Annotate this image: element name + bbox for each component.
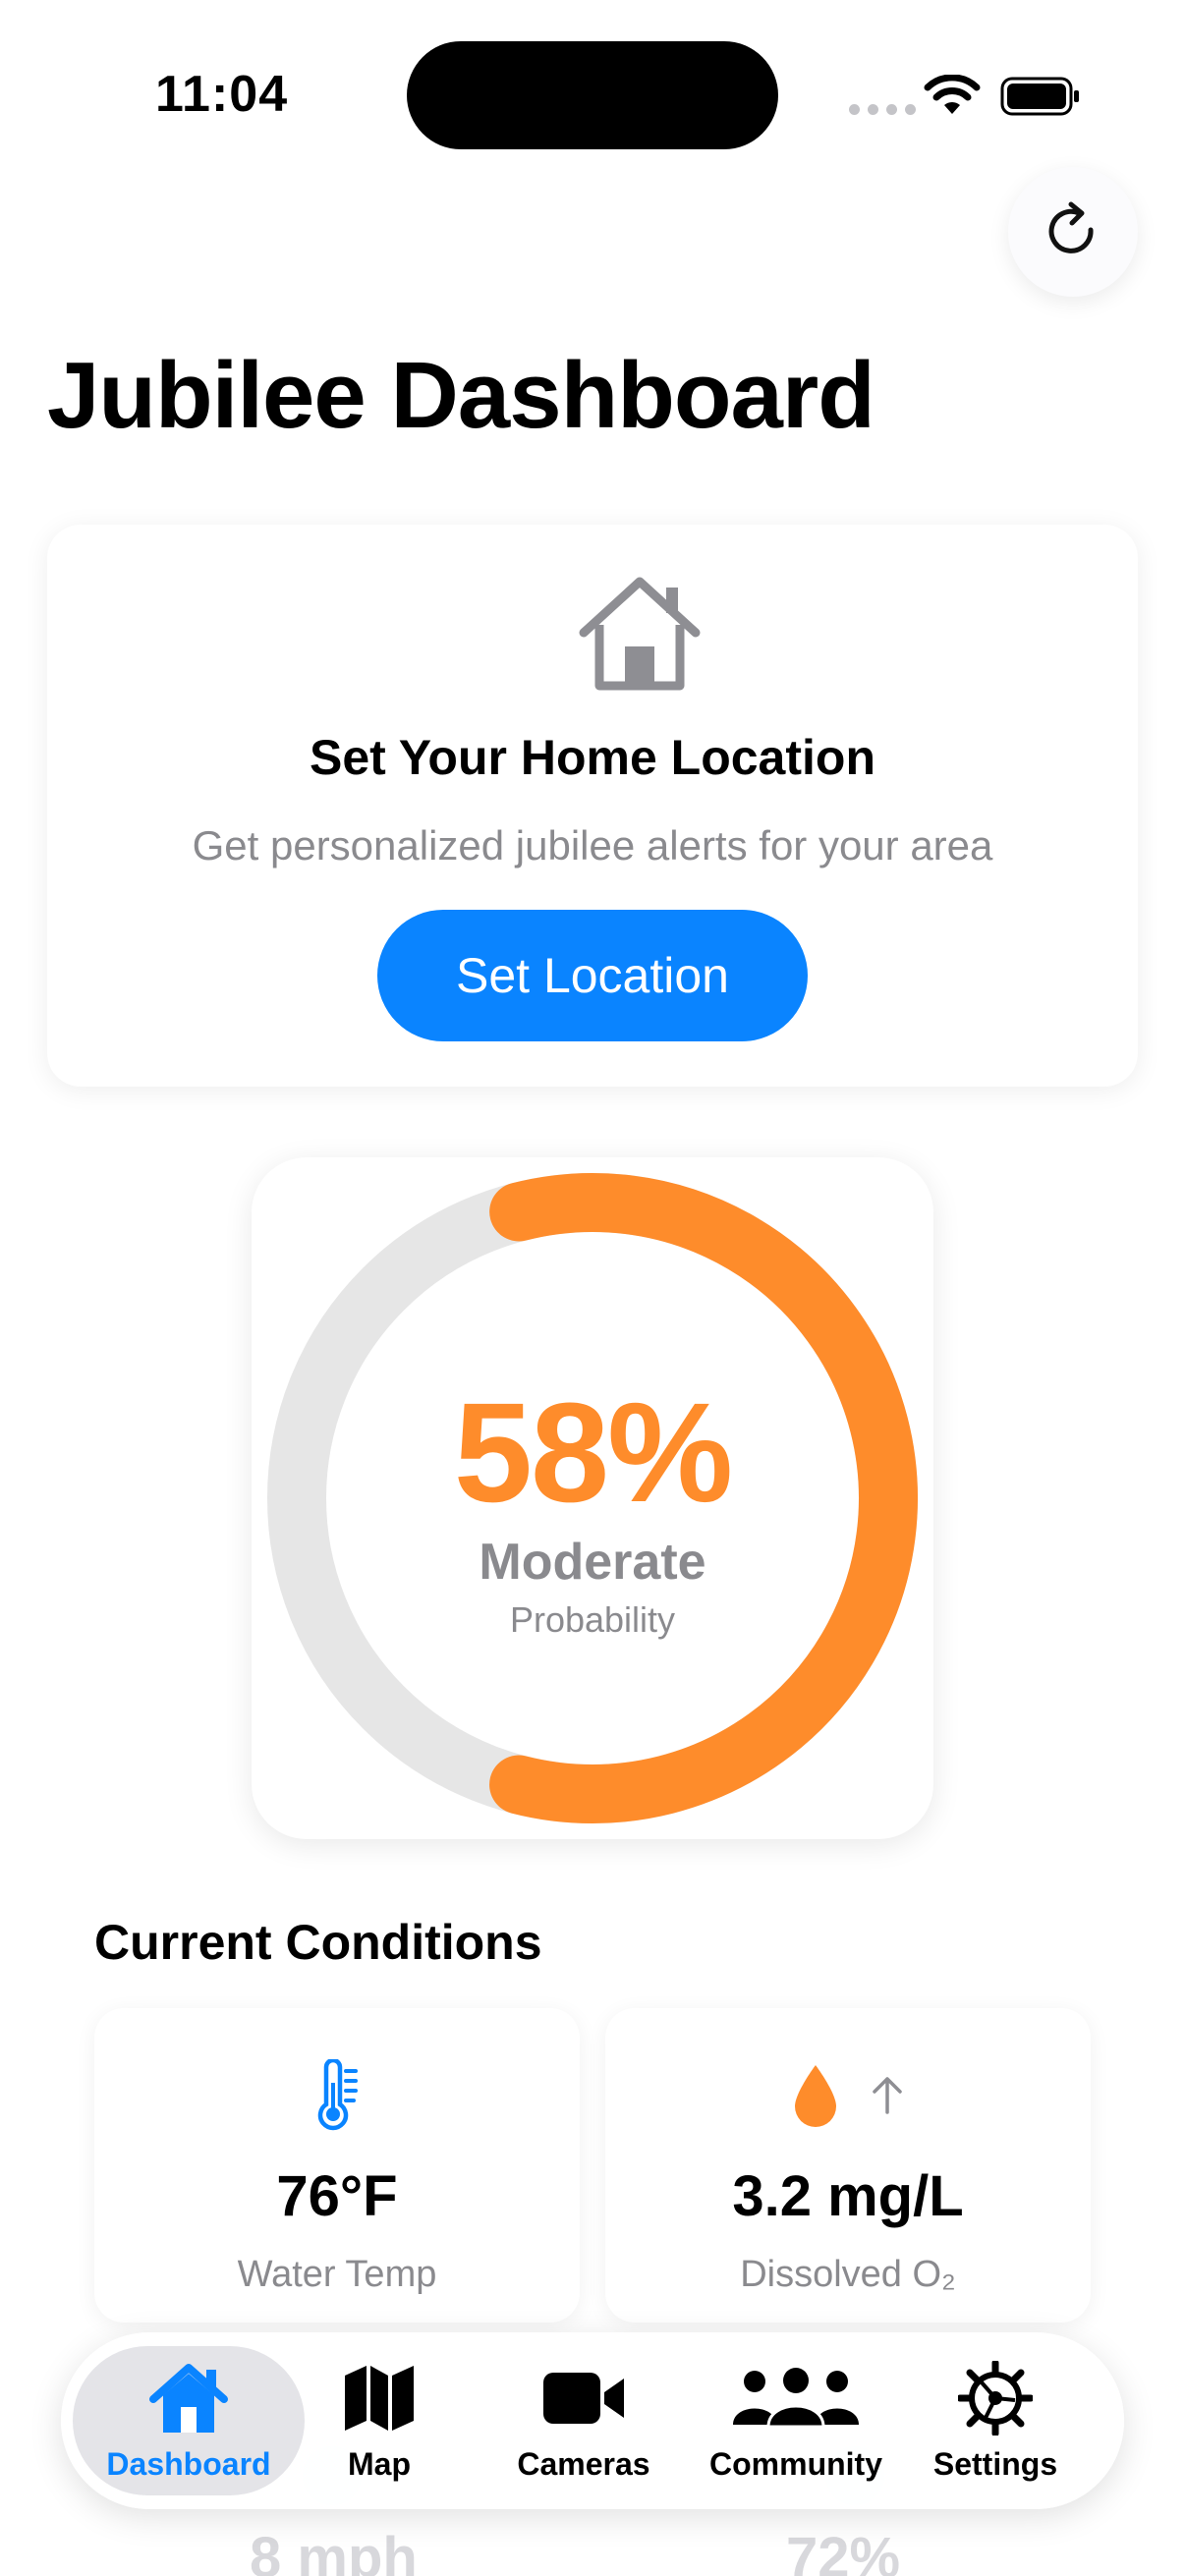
video-camera-icon [543,2373,624,2424]
tab-bar: Dashboard Map Cameras Community Settings [61,2332,1124,2509]
water-temp-label: Water Temp [237,2254,437,2295]
wind-value: 8 mph [250,2526,418,2576]
tab-map-label: Map [348,2446,411,2482]
set-location-button[interactable]: Set Location [377,910,808,1041]
dissolved-oxygen-label: Dissolved O₂ [740,2254,956,2295]
gear-icon [958,2361,1033,2436]
tab-dashboard-label: Dashboard [106,2446,271,2482]
tab-dashboard[interactable]: Dashboard [73,2346,305,2495]
dissolved-oxygen-card: 3.2 mg/L Dissolved O₂ [605,2008,1091,2323]
refresh-icon [1048,201,1094,253]
dissolved-oxygen-value: 3.2 mg/L [732,2164,964,2228]
refresh-button[interactable] [1008,167,1138,297]
arrow-up-icon [873,2077,902,2114]
status-time: 11:04 [155,66,289,123]
tab-settings[interactable]: Settings [924,2346,1067,2495]
thermometer-icon [317,2059,358,2131]
tab-cameras[interactable]: Cameras [511,2346,656,2495]
home-location-title: Set Your Home Location [309,730,875,785]
house-icon [149,2364,228,2433]
battery-icon [1000,77,1079,116]
dynamic-island [407,41,778,149]
tab-map[interactable]: Map [312,2346,446,2495]
humidity-value: 72% [786,2526,901,2576]
cellular-signal-icon [849,104,916,115]
tab-community[interactable]: Community [705,2346,886,2495]
house-icon [579,577,701,691]
tab-cameras-label: Cameras [517,2446,650,2482]
tab-community-label: Community [709,2446,882,2482]
water-temp-card: 76°F Water Temp [94,2008,580,2323]
water-drop-icon [795,2065,836,2127]
people-icon [733,2368,859,2429]
water-temp-value: 76°F [276,2164,398,2228]
probability-gauge-card: 58% Moderate Probability [252,1157,933,1839]
current-conditions-title: Current Conditions [94,1915,542,1970]
probability-caption: Probability [509,1599,676,1640]
probability-value: 58% [453,1373,733,1532]
probability-level: Moderate [479,1534,706,1591]
home-location-card: Set Your Home Location Get personalized … [47,525,1138,1087]
home-location-subtitle: Get personalized jubilee alerts for your… [192,822,993,868]
page-title: Jubilee Dashboard [47,343,875,448]
screen: 11:04 Jubilee Dashboard Set Your Home Lo… [0,0,1185,2576]
status-bar: 11:04 [0,0,1185,167]
wifi-icon [924,75,981,114]
map-icon [345,2366,414,2431]
tab-settings-label: Settings [932,2446,1058,2482]
